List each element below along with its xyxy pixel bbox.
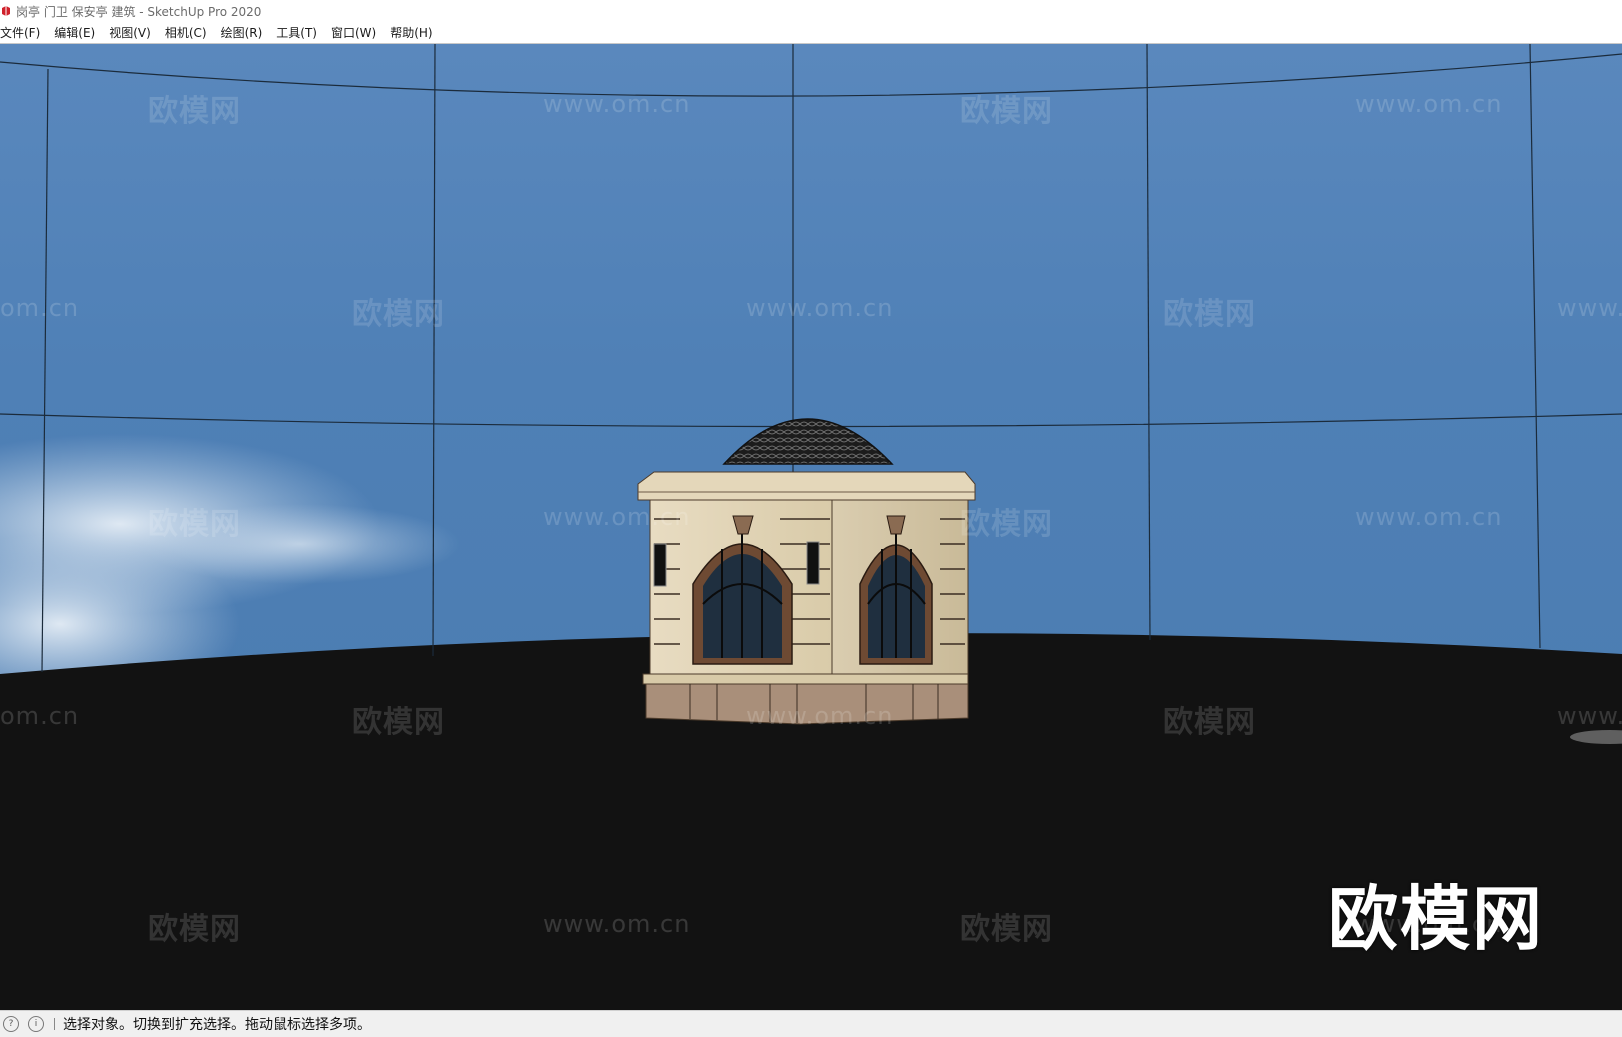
- menu-tools[interactable]: 工具(T): [276, 24, 317, 41]
- menu-window[interactable]: 窗口(W): [331, 24, 376, 41]
- watermark-text: 欧模网: [960, 507, 1053, 542]
- geo-location-icon[interactable]: ?: [3, 1016, 19, 1032]
- menu-help[interactable]: 帮助(H): [390, 24, 432, 41]
- watermark-text: 欧模网: [960, 912, 1053, 947]
- menu-draw[interactable]: 绘图(R): [221, 24, 263, 41]
- status-message: 选择对象。切换到扩充选择。拖动鼠标选择多项。: [63, 1017, 371, 1033]
- watermark-url: www.om.cn: [543, 910, 691, 938]
- info-icon[interactable]: i: [28, 1016, 44, 1032]
- model-viewport[interactable]: 欧模网 www.om.cn 欧模网 www.om.cn om.cn 欧模网 ww…: [0, 44, 1622, 1010]
- sketchup-logo-icon: [2, 6, 10, 16]
- watermark-url: om.cn: [0, 702, 80, 730]
- menu-bar: 文件(F) 编辑(E) 视图(V) 相机(C) 绘图(R) 工具(T) 窗口(W…: [0, 22, 1622, 44]
- menu-view[interactable]: 视图(V): [109, 24, 151, 41]
- watermark-text: 欧模网: [352, 297, 445, 332]
- watermark-url: om.cn: [0, 294, 80, 322]
- watermark-url: www.om.cn: [1355, 90, 1503, 118]
- menu-edit[interactable]: 编辑(E): [54, 24, 95, 41]
- window-title: 岗亭 门卫 保安亭 建筑 - SketchUp Pro 2020: [16, 4, 262, 19]
- watermark-text: 欧模网: [1163, 705, 1256, 740]
- watermark-text: 欧模网: [1163, 297, 1256, 332]
- watermark-text: 欧模网: [352, 705, 445, 740]
- watermark-text: 欧模网: [148, 912, 241, 947]
- watermark-text: 欧模网: [960, 94, 1053, 129]
- status-bar: ? i 选择对象。切换到扩充选择。拖动鼠标选择多项。: [0, 1010, 1622, 1037]
- watermark-text: 欧模网: [148, 94, 241, 129]
- menu-file[interactable]: 文件(F): [0, 24, 40, 41]
- watermark-url: www.: [1557, 294, 1622, 322]
- title-bar: 岗亭 门卫 保安亭 建筑 - SketchUp Pro 2020: [0, 0, 1622, 22]
- watermark-url: www.om.cn: [543, 90, 691, 118]
- watermark-text: 欧模网: [148, 507, 241, 542]
- watermark-url: www.om.cn: [1355, 503, 1503, 531]
- watermark-url: www.: [1557, 702, 1622, 730]
- watermark-url: www.om.cn: [543, 503, 691, 531]
- watermark-url: www.om.cn: [746, 294, 894, 322]
- status-separator: [54, 1018, 55, 1030]
- watermark-url: www.om.cn: [746, 702, 894, 730]
- watermark-logo: 欧模网: [1328, 878, 1544, 960]
- menu-camera[interactable]: 相机(C): [165, 24, 207, 41]
